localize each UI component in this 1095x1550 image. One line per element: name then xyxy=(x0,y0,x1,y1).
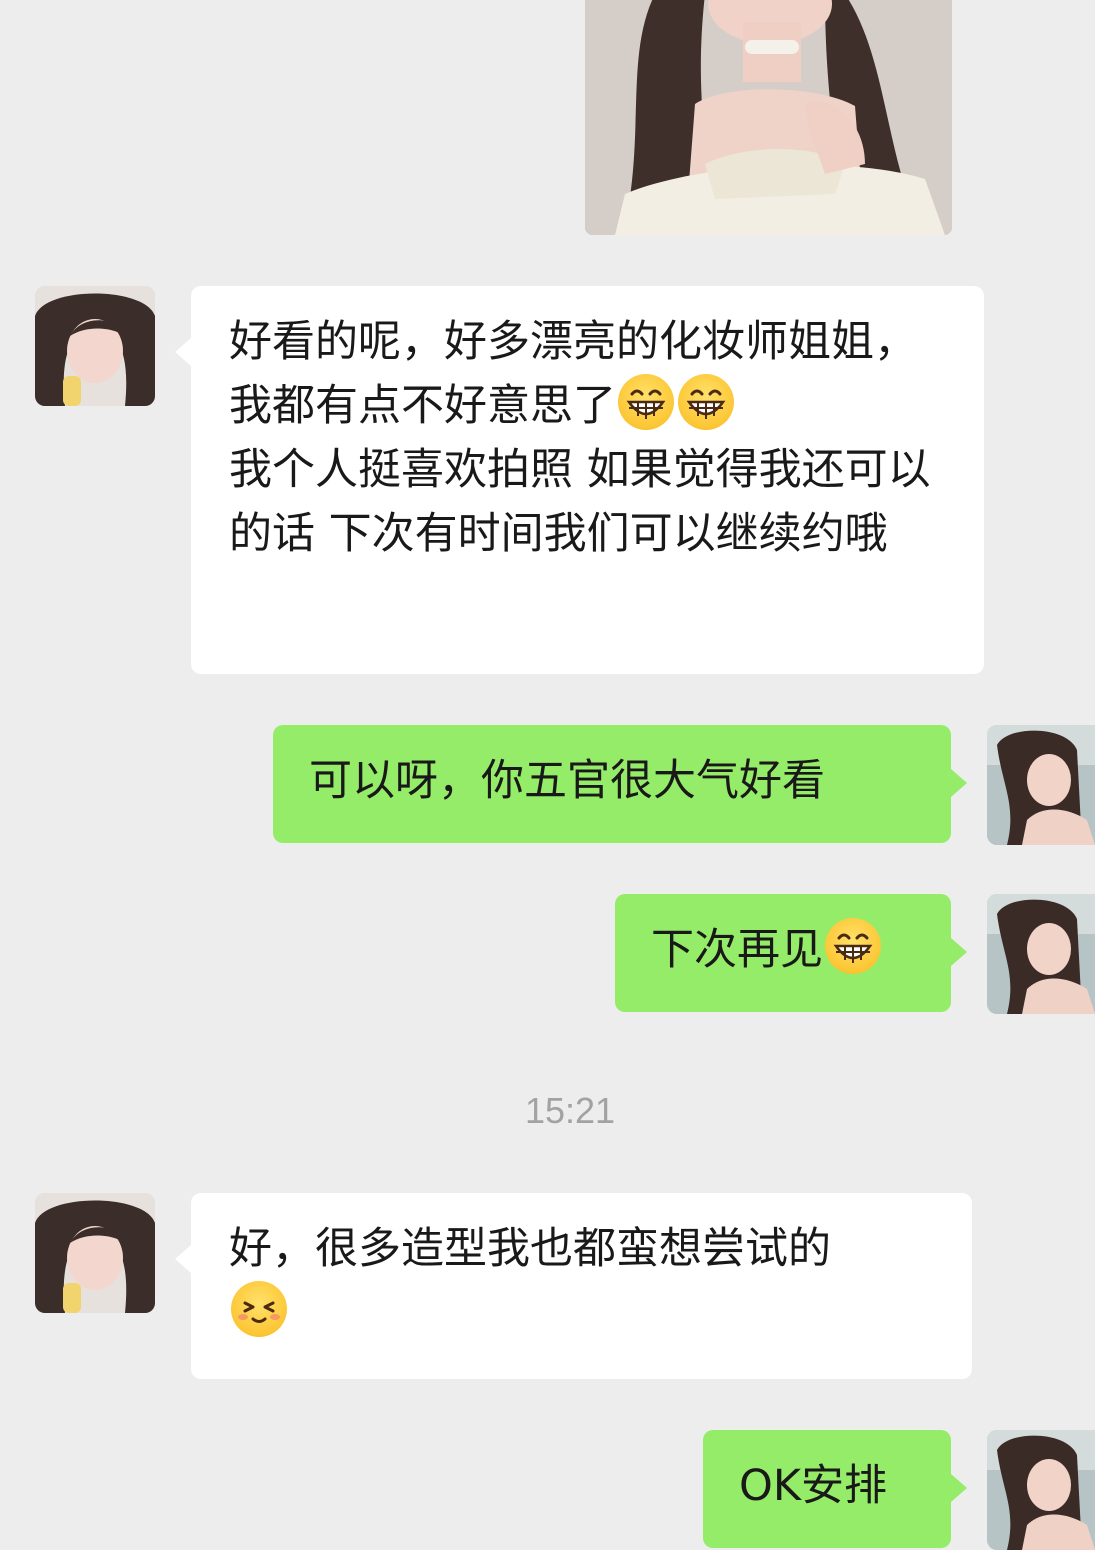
bubble-tail xyxy=(175,1245,191,1273)
message-bubble-outgoing[interactable]: OK安排 xyxy=(703,1430,967,1548)
grinning-emoji-icon xyxy=(678,374,734,430)
bubble-tail xyxy=(951,1474,967,1502)
message-bubble-outgoing[interactable]: 可以呀，你五官很大气好看 xyxy=(273,725,967,843)
message-text: 可以呀，你五官很大气好看 xyxy=(309,756,825,806)
message-bubble-incoming[interactable]: 好，很多造型我也都蛮想尝试的 xyxy=(175,1193,972,1379)
bubble-tail xyxy=(951,769,967,797)
contact-avatar-image xyxy=(35,1193,155,1313)
contact-avatar[interactable] xyxy=(35,286,155,406)
my-avatar-image xyxy=(987,1430,1095,1550)
message-text: 好，很多造型我也都蛮想尝试的 xyxy=(229,1224,831,1274)
bubble-tail xyxy=(175,338,191,366)
photo-image xyxy=(585,0,952,235)
message-text: OK安排 xyxy=(739,1461,888,1511)
my-avatar[interactable] xyxy=(987,1430,1095,1550)
message-bubble-outgoing[interactable]: 下次再见 xyxy=(615,894,967,1012)
message-text: 下次再见 xyxy=(651,925,823,975)
contact-avatar-image xyxy=(35,286,155,406)
message-text: 好看的呢，好多漂亮的化妆师姐姐，我都有点不好意思了 xyxy=(229,317,917,431)
my-avatar[interactable] xyxy=(987,725,1095,845)
image-message-photo[interactable] xyxy=(585,0,952,235)
message-text: 我个人挺喜欢拍照 如果觉得我还可以的话 下次有时间我们可以继续约哦 xyxy=(229,445,931,559)
grinning-emoji-icon xyxy=(825,918,881,974)
my-avatar-image xyxy=(987,894,1095,1014)
bubble-tail xyxy=(951,938,967,966)
contact-avatar[interactable] xyxy=(35,1193,155,1313)
my-avatar-image xyxy=(987,725,1095,845)
message-bubble-incoming[interactable]: 好看的呢，好多漂亮的化妆师姐姐，我都有点不好意思了 我个人挺喜欢拍照 如果觉得我… xyxy=(175,286,984,674)
shy-smile-emoji-icon xyxy=(231,1281,287,1337)
my-avatar[interactable] xyxy=(987,894,1095,1014)
message-timestamp: 15:21 xyxy=(524,1090,616,1131)
grinning-emoji-icon xyxy=(618,374,674,430)
